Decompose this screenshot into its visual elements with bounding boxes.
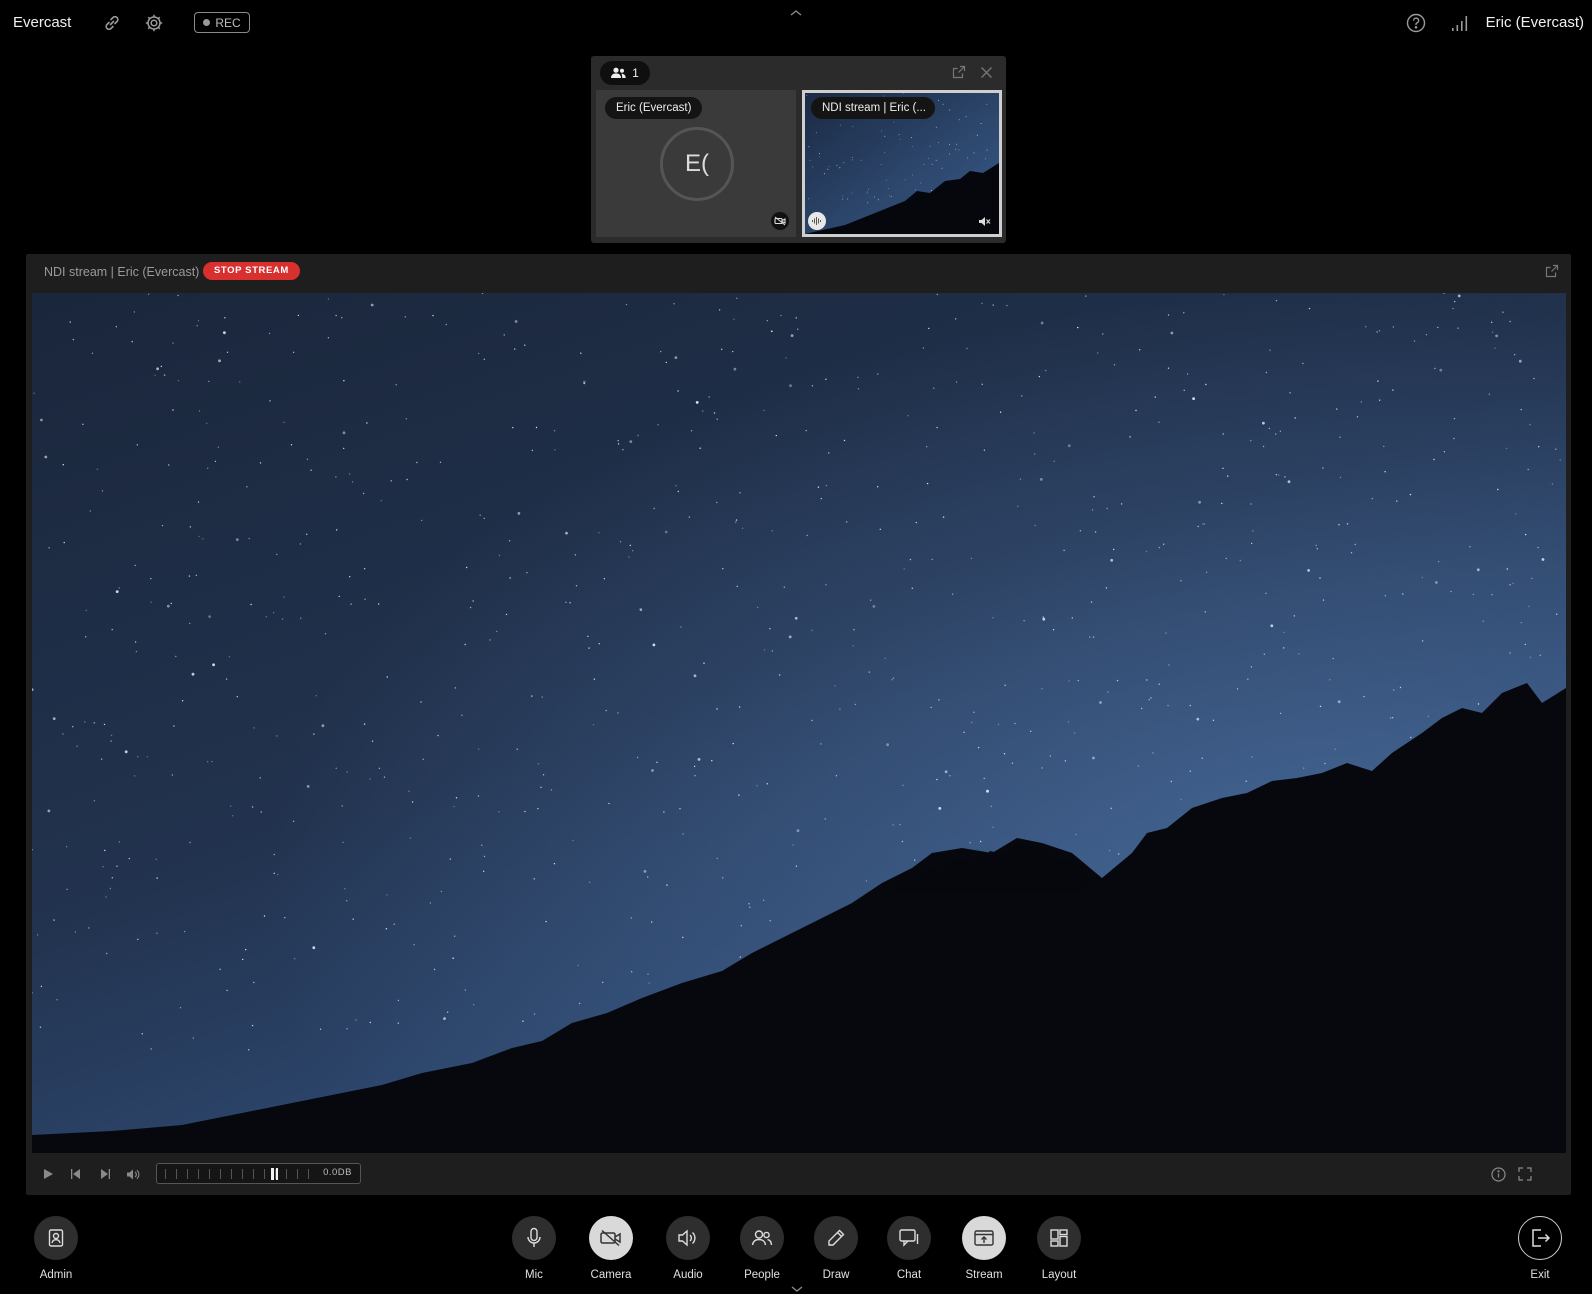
people-label: People	[744, 1269, 780, 1281]
stream-label: Stream	[965, 1269, 1003, 1281]
avatar: E(	[660, 127, 734, 201]
step-forward-icon[interactable]	[95, 1165, 113, 1183]
play-icon[interactable]	[39, 1165, 57, 1183]
admin-button[interactable]: Admin	[21, 1216, 91, 1288]
popout-icon[interactable]	[951, 64, 967, 80]
camera-off-icon	[589, 1216, 633, 1260]
participant-tile[interactable]: Eric (Evercast) E(	[596, 90, 796, 237]
stream-button[interactable]: Stream	[949, 1216, 1019, 1288]
mic-icon	[512, 1216, 556, 1260]
exit-label: Exit	[1530, 1269, 1550, 1281]
people-icon	[611, 67, 626, 78]
volume-icon[interactable]	[124, 1165, 142, 1183]
fullscreen-icon[interactable]	[1516, 1165, 1534, 1183]
speaker-icon	[666, 1216, 710, 1260]
layout-icon	[1037, 1216, 1081, 1260]
pencil-icon	[814, 1216, 858, 1260]
tile-label: NDI stream | Eric (...	[811, 97, 935, 119]
chat-button[interactable]: Chat	[874, 1216, 944, 1288]
audio-level-marker	[271, 1168, 274, 1180]
draw-label: Draw	[822, 1269, 850, 1281]
strip-header: 1	[591, 56, 1006, 88]
rec-label: REC	[215, 15, 241, 30]
gear-icon[interactable]	[143, 12, 165, 34]
popout-icon[interactable]	[1545, 264, 1559, 283]
audio-wave-icon	[808, 212, 826, 230]
admin-label: Admin	[39, 1269, 73, 1281]
participant-strip: 1 Eric (Evercast) E( NDI stream | Eric (…	[591, 56, 1006, 243]
stage-header: NDI stream | Eric (Evercast) STOP STREAM	[26, 254, 1571, 292]
layout-label: Layout	[1041, 1269, 1077, 1281]
audio-level-marker	[276, 1168, 278, 1180]
help-icon[interactable]	[1405, 12, 1427, 34]
info-icon[interactable]	[1489, 1165, 1507, 1183]
close-icon[interactable]	[978, 64, 994, 80]
people-icon	[740, 1216, 784, 1260]
mic-label: Mic	[525, 1269, 543, 1281]
stream-icon	[962, 1216, 1006, 1260]
admin-icon	[34, 1216, 78, 1260]
camera-off-icon	[771, 212, 789, 230]
audio-button[interactable]: Audio	[653, 1216, 723, 1288]
stage-title: NDI stream | Eric (Evercast)	[44, 265, 200, 279]
stream-tile[interactable]: NDI stream | Eric (...	[802, 90, 1002, 237]
participant-count-value: 1	[632, 66, 639, 80]
mic-button[interactable]: Mic	[499, 1216, 569, 1288]
stop-stream-button[interactable]: STOP STREAM	[203, 262, 300, 280]
rec-button[interactable]: REC	[194, 12, 250, 33]
user-name[interactable]: Eric (Evercast)	[1486, 14, 1584, 31]
chat-icon	[887, 1216, 931, 1260]
layout-button[interactable]: Layout	[1024, 1216, 1094, 1288]
app-title: Evercast	[13, 14, 72, 31]
camera-label: Camera	[590, 1269, 632, 1281]
audio-level-value: 0.0DB	[323, 1167, 352, 1178]
signal-icon	[1449, 12, 1471, 34]
step-back-icon[interactable]	[67, 1165, 85, 1183]
draw-button[interactable]: Draw	[801, 1216, 871, 1288]
rec-dot-icon	[203, 19, 211, 26]
stream-video[interactable]	[32, 293, 1566, 1153]
audio-level-meter[interactable]: 0.0DB	[156, 1163, 361, 1184]
main-stage: NDI stream | Eric (Evercast) STOP STREAM	[26, 254, 1571, 1195]
speaker-muted-icon	[975, 212, 993, 230]
participant-count[interactable]: 1	[600, 61, 650, 85]
people-button[interactable]: People	[727, 1216, 797, 1288]
top-bar: Evercast REC Eric (Evercast)	[0, 0, 1592, 46]
audio-label: Audio	[673, 1269, 703, 1281]
tile-label: Eric (Evercast)	[605, 97, 703, 119]
chat-label: Chat	[896, 1269, 922, 1281]
exit-button[interactable]: Exit	[1505, 1216, 1575, 1288]
chevron-down-icon[interactable]	[791, 1280, 803, 1294]
player-controls: 0.0DB	[26, 1153, 1571, 1195]
camera-button[interactable]: Camera	[576, 1216, 646, 1288]
exit-icon	[1518, 1216, 1562, 1260]
chevron-up-icon[interactable]	[790, 4, 802, 22]
link-icon[interactable]	[101, 12, 123, 34]
